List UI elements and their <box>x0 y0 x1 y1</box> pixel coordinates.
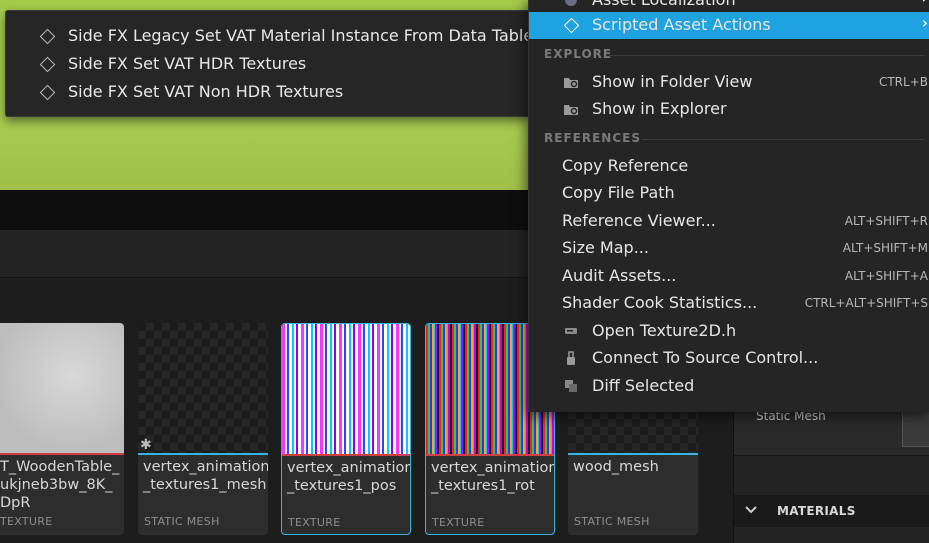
menu-item-label: Reference Viewer... <box>562 211 716 230</box>
menu-item-label: Show in Explorer <box>592 99 727 118</box>
shortcut-label: ALT+SHIFT+R <box>844 214 928 228</box>
asset-context-menu: Asset Localization › Scripted Asset Acti… <box>528 0 929 412</box>
source-control-icon <box>567 351 575 365</box>
asset-type-bar <box>426 454 554 456</box>
section-explore: EXPLORE <box>544 47 613 61</box>
folder-search-icon <box>564 78 578 88</box>
menu-item-copy-file-path[interactable]: Copy File Path <box>529 180 929 207</box>
materials-header: MATERIALS <box>777 504 856 518</box>
asset-type: TEXTURE <box>288 516 341 529</box>
menu-item-label: Size Map... <box>562 238 649 257</box>
menu-item-reference-viewer[interactable]: Reference Viewer... ALT+SHIFT+R <box>529 208 929 235</box>
submenu-item[interactable]: Side FX Legacy Set VAT Material Instance… <box>68 26 533 45</box>
menu-item-audit-assets[interactable]: Audit Assets... ALT+SHIFT+A <box>529 263 929 290</box>
asset-name: T_WoodenTable_ ukjneb3bw_8K_ DpR <box>0 459 120 511</box>
viewport-footer <box>0 190 560 230</box>
asset-tile[interactable]: T_WoodenTable_ ukjneb3bw_8K_ DpR TEXTURE <box>0 323 124 535</box>
shortcut-label: CTRL+ALT+SHIFT+S <box>804 296 928 310</box>
blueprint-diamond-icon <box>39 56 56 73</box>
menu-item-show-in-folder-view[interactable]: Show in Folder View CTRL+B <box>529 69 929 96</box>
menu-item-scripted-asset-actions[interactable]: Scripted Asset Actions › <box>529 12 929 39</box>
menu-item-size-map[interactable]: Size Map... ALT+SHIFT+M <box>529 235 929 262</box>
menu-item-label: Shader Cook Statistics... <box>562 293 758 312</box>
menu-item-diff-selected[interactable]: Diff Selected <box>529 373 929 400</box>
asset-type-bar <box>138 453 268 455</box>
asset-tile[interactable]: vertex_animation _textures1_mesh STATIC … <box>138 323 268 535</box>
menu-item-label: Audit Assets... <box>562 266 677 285</box>
shortcut-label: ALT+SHIFT+A <box>844 269 928 283</box>
menu-item-open-texture2d-h[interactable]: Open Texture2D.h <box>529 318 929 345</box>
folder-search-icon <box>564 105 578 115</box>
asset-tile[interactable]: vertex_animation _textures1_pos TEXTURE <box>281 323 411 535</box>
submenu-item[interactable]: Side FX Set VAT HDR Textures <box>68 54 306 73</box>
blueprint-diamond-icon <box>39 84 56 101</box>
localization-icon <box>565 0 577 6</box>
asset-thumbnail <box>282 324 410 454</box>
asset-type-bar <box>0 453 124 455</box>
chevron-right-icon: › <box>922 0 928 7</box>
menu-item-label: Open Texture2D.h <box>592 321 737 340</box>
asset-type: TEXTURE <box>432 516 485 529</box>
menu-item-connect-to-source-control[interactable]: Connect To Source Control... <box>529 345 929 372</box>
shortcut-label: ALT+SHIFT+M <box>842 241 928 255</box>
divider <box>642 139 924 140</box>
menu-item-shader-cook-statistics[interactable]: Shader Cook Statistics... CTRL+ALT+SHIFT… <box>529 290 929 317</box>
code-file-icon <box>565 328 577 334</box>
menu-item-label: Asset Localization <box>592 0 736 9</box>
menu-item-label: Show in Folder View <box>592 72 753 91</box>
gear-icon: ✱ <box>140 437 152 453</box>
menu-item-label: Diff Selected <box>592 376 695 395</box>
shortcut-label: CTRL+B <box>878 75 928 89</box>
asset-name: wood_mesh <box>573 459 659 475</box>
diff-icon <box>565 380 577 392</box>
menu-item-copy-reference[interactable]: Copy Reference <box>529 153 929 180</box>
divider <box>609 55 924 56</box>
chevron-right-icon: › <box>921 13 928 32</box>
blueprint-diamond-icon <box>39 28 56 45</box>
menu-item-label: Copy File Path <box>562 183 675 202</box>
asset-name: vertex_animation _textures1_rot <box>431 460 555 494</box>
asset-thumbnail <box>0 323 124 453</box>
asset-type: STATIC MESH <box>144 515 220 528</box>
asset-type-bar <box>568 453 698 455</box>
materials-section-header[interactable]: MATERIALS <box>734 495 929 527</box>
blueprint-diamond-icon <box>563 17 580 34</box>
menu-item-label: Copy Reference <box>562 156 689 175</box>
chevron-down-icon <box>744 503 758 520</box>
asset-name: vertex_animation _textures1_pos <box>287 460 411 494</box>
menu-item-label: Scripted Asset Actions <box>592 15 771 34</box>
content-browser-toolbar <box>0 230 560 278</box>
asset-type-bar <box>282 454 410 456</box>
menu-item-show-in-explorer[interactable]: Show in Explorer <box>529 96 929 123</box>
asset-thumbnail <box>138 323 268 453</box>
asset-type: TEXTURE <box>0 515 53 528</box>
asset-name: vertex_animation _textures1_mesh <box>143 459 268 493</box>
asset-type: STATIC MESH <box>574 515 650 528</box>
section-references: REFERENCES <box>544 131 641 145</box>
submenu-item[interactable]: Side FX Set VAT Non HDR Textures <box>68 82 343 101</box>
menu-item-label: Connect To Source Control... <box>592 348 819 367</box>
scripted-actions-submenu: Side FX Legacy Set VAT Material Instance… <box>5 10 533 117</box>
